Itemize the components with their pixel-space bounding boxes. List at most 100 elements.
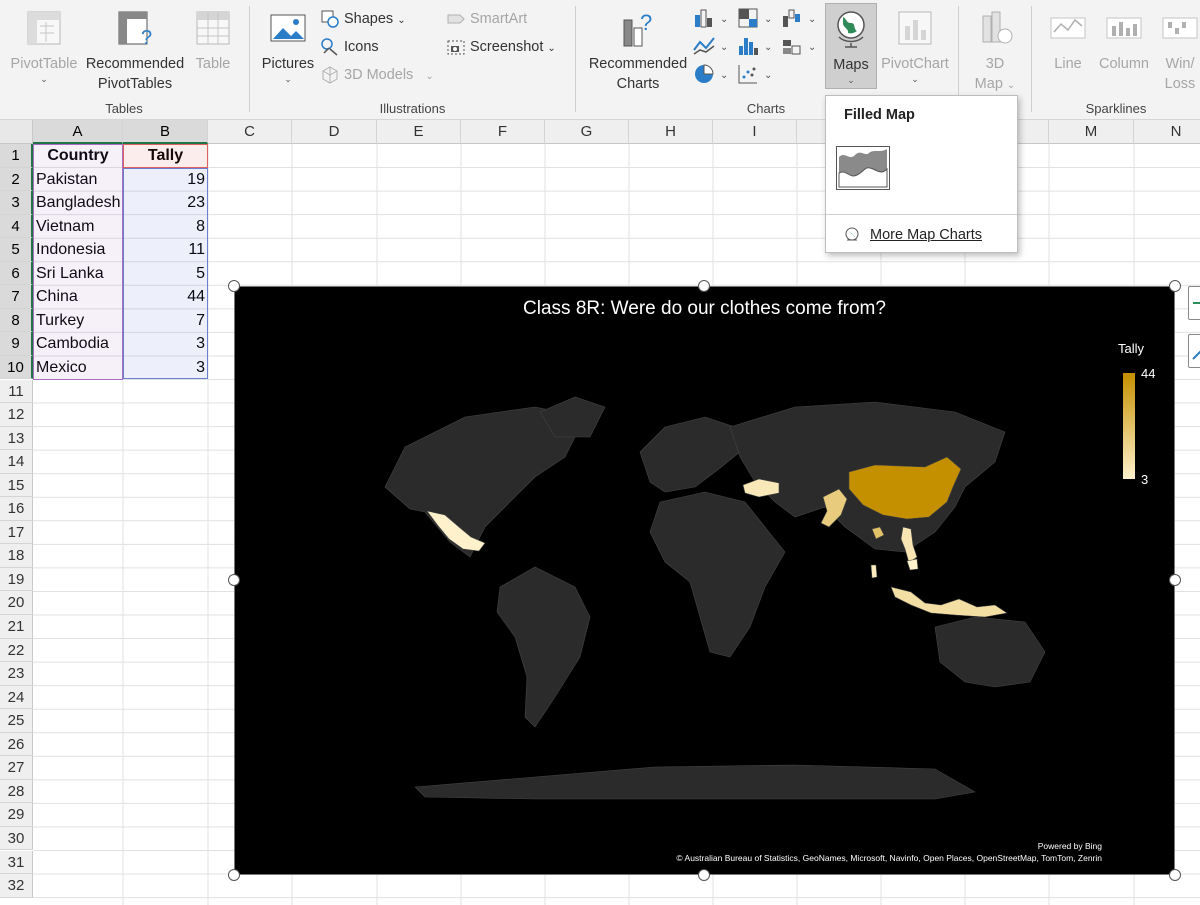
hierarchy-chart-button[interactable]: ⌄ (736, 6, 776, 30)
cell-country[interactable]: Mexico (33, 356, 123, 380)
row-header-21[interactable]: 21 (0, 615, 33, 639)
resize-handle-left[interactable] (228, 574, 240, 586)
row-header-30[interactable]: 30 (0, 826, 33, 851)
sparkline-line-button[interactable]: Line (1046, 6, 1090, 74)
maps-button[interactable]: Maps ⌄ (825, 3, 877, 89)
shapes-button[interactable]: Shapes ⌄ (320, 7, 406, 31)
cell-tally[interactable]: 19 (123, 168, 208, 192)
row-header-9[interactable]: 9 (0, 332, 33, 356)
pictures-button[interactable]: Pictures ⌄ (256, 6, 320, 84)
cell-tally[interactable]: 3 (123, 356, 208, 380)
column-header-c[interactable]: C (208, 120, 292, 144)
cell-country[interactable]: Pakistan (33, 168, 123, 192)
row-header-7[interactable]: 7 (0, 285, 33, 309)
cell-tally[interactable]: 8 (123, 215, 208, 239)
cell-tally[interactable]: 5 (123, 262, 208, 286)
cell-tally[interactable]: 7 (123, 309, 208, 333)
cell-country[interactable]: Indonesia (33, 238, 123, 262)
row-header-23[interactable]: 23 (0, 662, 33, 686)
combo-chart-button[interactable]: ⌄ (780, 34, 820, 58)
more-map-charts-item[interactable]: More Map Charts (844, 224, 982, 246)
row-header-13[interactable]: 13 (0, 426, 33, 451)
row-header-16[interactable]: 16 (0, 497, 33, 521)
row-header-12[interactable]: 12 (0, 403, 33, 427)
row-header-27[interactable]: 27 (0, 756, 33, 780)
resize-handle-right[interactable] (1169, 574, 1181, 586)
cell-country[interactable]: Cambodia (33, 332, 123, 356)
row-header-5[interactable]: 5 (0, 238, 33, 262)
waterfall-chart-button[interactable]: ⌄ (780, 6, 820, 30)
column-header-e[interactable]: E (377, 120, 461, 144)
line-chart-button[interactable]: ⌄ (692, 34, 732, 58)
cell-tally[interactable]: 44 (123, 285, 208, 309)
filled-map-chart[interactable]: Class 8R: Were do our clothes come from?… (234, 286, 1175, 875)
chart-elements-button[interactable] (1188, 286, 1200, 320)
recommended-pivottables-button[interactable]: ? Recommended PivotTables (84, 6, 186, 94)
row-header-10[interactable]: 10 (0, 355, 33, 380)
cell-country[interactable]: Bangladesh (33, 191, 123, 215)
column-header-d[interactable]: D (292, 120, 377, 144)
resize-handle-bottom-right[interactable] (1169, 869, 1181, 881)
scatter-chart-button[interactable]: ⌄ (736, 62, 776, 86)
row-header-26[interactable]: 26 (0, 732, 33, 757)
smartart-button[interactable]: SmartArt (446, 7, 527, 31)
row-header-15[interactable]: 15 (0, 473, 33, 498)
row-header-1[interactable]: 1 (0, 144, 33, 168)
row-header-31[interactable]: 31 (0, 850, 33, 875)
row-header-8[interactable]: 8 (0, 308, 33, 333)
pivottable-button[interactable]: PivotTable ⌄ (6, 6, 82, 84)
chart-styles-button[interactable] (1188, 334, 1200, 368)
resize-handle-top-right[interactable] (1169, 280, 1181, 292)
select-all-button[interactable] (0, 120, 33, 144)
row-header-17[interactable]: 17 (0, 520, 33, 545)
column-header-a[interactable]: A (33, 120, 123, 144)
row-header-25[interactable]: 25 (0, 709, 33, 733)
statistic-chart-button[interactable]: ⌄ (736, 34, 776, 58)
cell-country-header[interactable]: Country (33, 144, 123, 168)
screenshot-button[interactable]: Screenshot ⌄ (446, 35, 556, 59)
cell-tally[interactable]: 3 (123, 332, 208, 356)
column-header-f[interactable]: F (461, 120, 545, 144)
sparkline-column-button[interactable]: Column (1094, 6, 1154, 74)
table-button[interactable]: Table (188, 6, 238, 74)
row-header-28[interactable]: 28 (0, 779, 33, 804)
row-header-3[interactable]: 3 (0, 191, 33, 215)
row-header-18[interactable]: 18 (0, 544, 33, 568)
row-header-32[interactable]: 32 (0, 874, 33, 898)
column-header-i[interactable]: I (713, 120, 797, 144)
resize-handle-bottom-left[interactable] (228, 869, 240, 881)
column-header-b[interactable]: B (123, 120, 208, 144)
row-header-4[interactable]: 4 (0, 214, 33, 239)
row-header-29[interactable]: 29 (0, 803, 33, 827)
column-chart-button[interactable]: ⌄ (692, 6, 732, 30)
row-header-22[interactable]: 22 (0, 638, 33, 663)
3d-models-button[interactable]: 3D Models ⌄ (320, 63, 434, 87)
resize-handle-bottom[interactable] (698, 869, 710, 881)
row-header-2[interactable]: 2 (0, 167, 33, 192)
row-header-11[interactable]: 11 (0, 379, 33, 404)
pivotchart-button[interactable]: PivotChart ⌄ (879, 6, 951, 84)
column-header-m[interactable]: M (1049, 120, 1134, 144)
row-header-6[interactable]: 6 (0, 261, 33, 286)
3d-map-button[interactable]: 3D Map ⌄ (966, 6, 1024, 96)
cell-country[interactable]: Vietnam (33, 215, 123, 239)
column-header-n[interactable]: N (1134, 120, 1200, 144)
cell-tally-header[interactable]: Tally (123, 144, 208, 168)
sparkline-winloss-button[interactable]: Win/Loss (1158, 6, 1200, 94)
column-header-h[interactable]: H (629, 120, 713, 144)
recommended-charts-button[interactable]: ? Recommended Charts (586, 6, 690, 94)
pie-chart-button[interactable]: ⌄ (692, 62, 732, 86)
filled-map-option[interactable] (836, 146, 890, 190)
row-header-19[interactable]: 19 (0, 567, 33, 592)
cell-tally[interactable]: 23 (123, 191, 208, 215)
resize-handle-top-left[interactable] (228, 280, 240, 292)
cell-country[interactable]: Sri Lanka (33, 262, 123, 286)
cell-country[interactable]: Turkey (33, 309, 123, 333)
resize-handle-top[interactable] (698, 280, 710, 292)
icons-button[interactable]: Icons (320, 35, 379, 59)
cell-country[interactable]: China (33, 285, 123, 309)
row-header-24[interactable]: 24 (0, 685, 33, 710)
row-header-20[interactable]: 20 (0, 591, 33, 615)
row-header-14[interactable]: 14 (0, 450, 33, 474)
cell-tally[interactable]: 11 (123, 238, 208, 262)
